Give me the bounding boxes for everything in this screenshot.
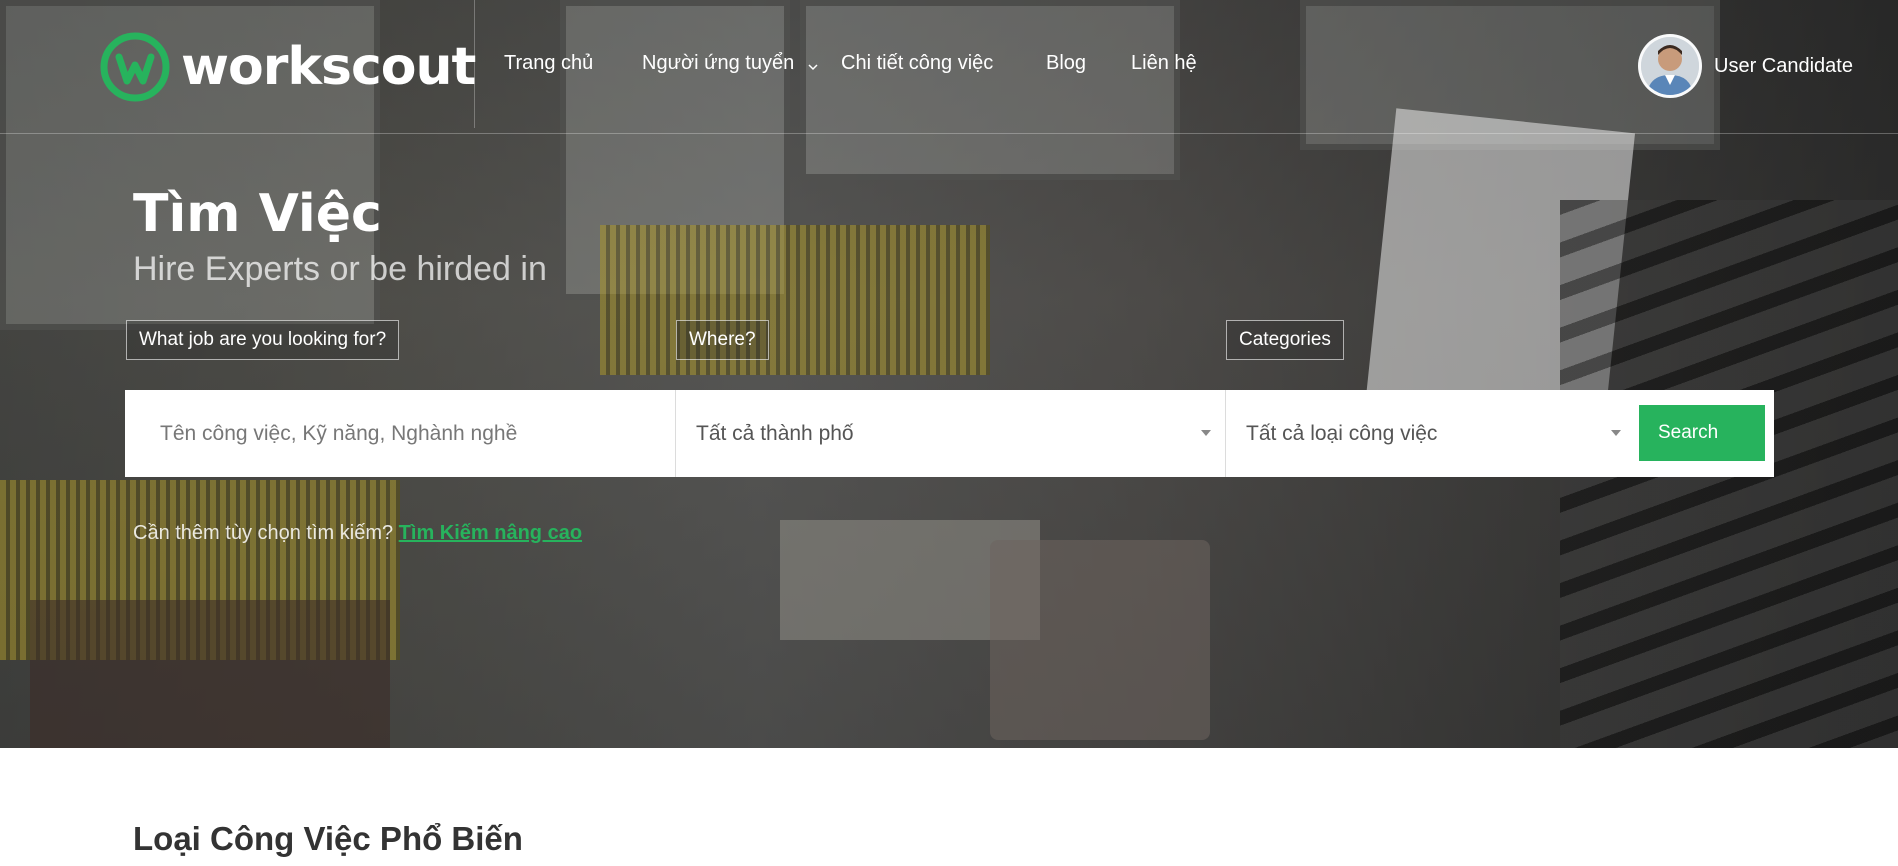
- hero-section: workscout Trang chủ Người ứng tuyển Chi …: [0, 0, 1898, 748]
- job-field-label: What job are you looking for?: [126, 320, 400, 360]
- advanced-search-prompt: Cần thêm tùy chọn tìm kiếm? Tìm Kiếm nân…: [133, 522, 582, 545]
- header: workscout Trang chủ Người ứng tuyển Chi …: [0, 0, 1898, 134]
- search-bar: Tất cả thành phố Tất cả loại công việc S…: [125, 390, 1774, 477]
- category-select[interactable]: Tất cả loại công việc: [1225, 390, 1635, 477]
- logo-text: workscout: [181, 37, 476, 97]
- header-divider: [474, 0, 475, 128]
- job-search-cell: [125, 390, 675, 477]
- user-menu[interactable]: User Candidate: [1638, 34, 1853, 98]
- page-title: Tìm Việc: [133, 184, 382, 244]
- background-whiteboard: [1364, 108, 1636, 432]
- background-radiator: [600, 225, 990, 375]
- user-name[interactable]: User Candidate: [1714, 55, 1853, 78]
- popular-categories-title: Loại Công Việc Phổ Biến: [133, 820, 523, 857]
- caret-down-icon: [1201, 430, 1211, 436]
- nav-item-trang-chu[interactable]: Trang chủ: [504, 52, 593, 75]
- chevron-down-icon[interactable]: [808, 62, 818, 72]
- category-select-value: Tất cả loại công việc: [1246, 421, 1438, 445]
- job-search-input[interactable]: [125, 390, 675, 477]
- categories-field-label: Categories: [1226, 320, 1344, 360]
- user-avatar-icon: [1641, 37, 1699, 95]
- nav-item-blog[interactable]: Blog: [1046, 52, 1086, 75]
- workscout-logo-icon: [100, 32, 170, 102]
- caret-down-icon: [1611, 430, 1621, 436]
- where-field-label: Where?: [676, 320, 769, 360]
- background-radiator: [0, 480, 400, 660]
- avatar[interactable]: [1638, 34, 1702, 98]
- search-button[interactable]: Search: [1639, 405, 1765, 461]
- page-subtitle: Hire Experts or be hirded in: [133, 250, 547, 288]
- background-sofa: [990, 540, 1210, 740]
- advanced-search-link[interactable]: Tìm Kiếm nâng cao: [399, 522, 582, 544]
- logo[interactable]: workscout: [99, 30, 476, 104]
- nav-item-lien-he[interactable]: Liên hệ: [1131, 52, 1197, 75]
- city-select[interactable]: Tất cả thành phố: [675, 390, 1225, 477]
- advanced-search-text: Cần thêm tùy chọn tìm kiếm?: [133, 522, 399, 544]
- background-foosball-table: [30, 600, 390, 748]
- city-select-value: Tất cả thành phố: [696, 421, 854, 445]
- nav-item-chi-tiet-cong-viec[interactable]: Chi tiết công việc: [841, 52, 993, 75]
- nav-item-nguoi-ung-tuyen[interactable]: Người ứng tuyển: [642, 52, 794, 75]
- background-table: [780, 520, 1040, 640]
